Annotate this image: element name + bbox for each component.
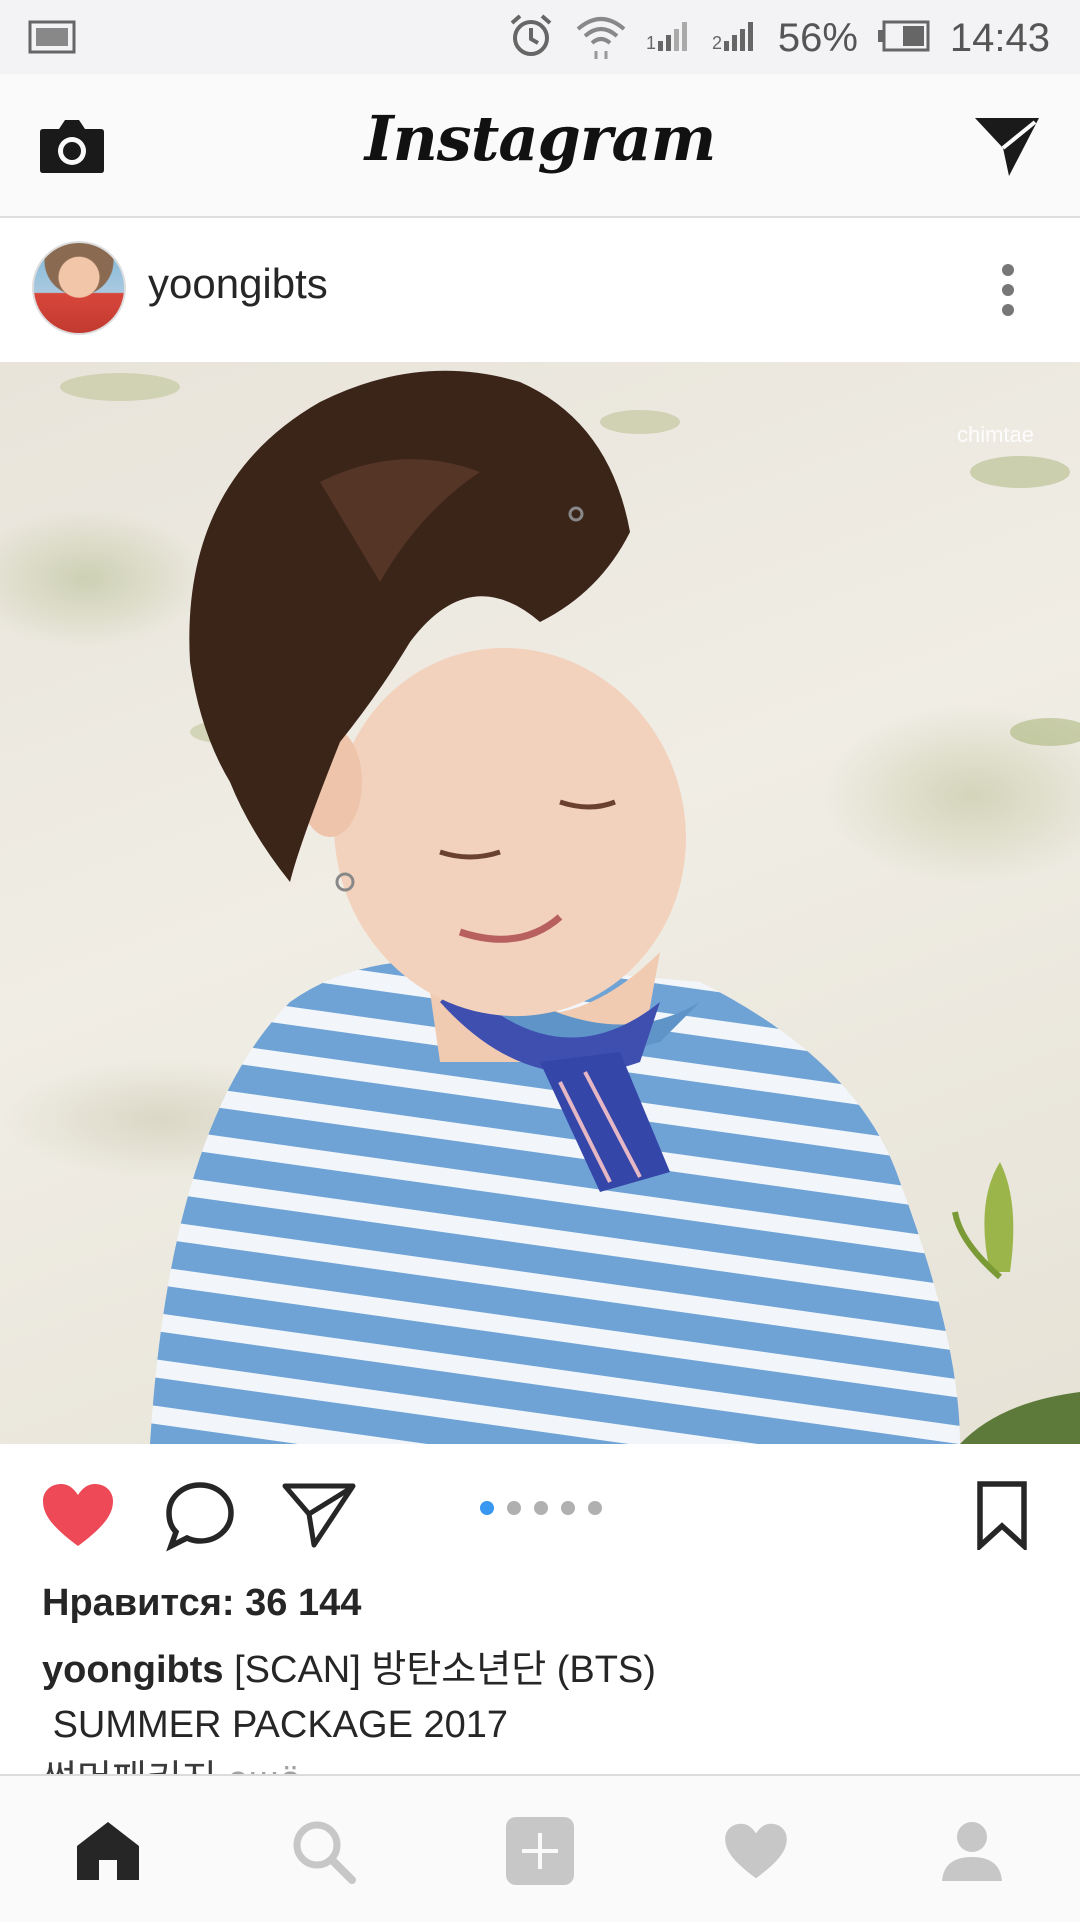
- screenshot-icon: [28, 20, 78, 59]
- status-bar: 1 2 56% 14:43: [0, 0, 1080, 74]
- avatar[interactable]: [32, 241, 126, 335]
- carousel-dot: [561, 1501, 575, 1515]
- app-title: Instagram: [364, 102, 717, 175]
- caption[interactable]: yoongibts [SCAN] 방탄소년단 (BTS) SUMMER PACK…: [42, 1643, 1042, 1791]
- like-heart-icon[interactable]: [40, 1480, 116, 1550]
- post-header: yoongibts: [0, 218, 1080, 362]
- share-icon[interactable]: [282, 1480, 356, 1550]
- caption-text-line1: [SCAN] 방탄소년단 (BTS): [234, 1649, 656, 1691]
- more-options-icon[interactable]: [990, 258, 1026, 322]
- comment-icon[interactable]: [162, 1480, 238, 1552]
- battery-icon: [876, 19, 932, 58]
- clock: 14:43: [949, 15, 1050, 60]
- home-icon[interactable]: [68, 1811, 148, 1891]
- carousel-dot: [480, 1501, 494, 1515]
- add-post-icon[interactable]: [500, 1811, 580, 1891]
- wifi-icon: [574, 11, 628, 66]
- signal-1-icon: 1: [646, 19, 694, 58]
- bottom-nav: [0, 1774, 1080, 1922]
- svg-text:1: 1: [646, 33, 656, 53]
- caption-text-line2: SUMMER PACKAGE 2017: [52, 1704, 509, 1746]
- direct-message-icon[interactable]: [972, 112, 1042, 180]
- carousel-dot: [507, 1501, 521, 1515]
- search-icon[interactable]: [283, 1811, 363, 1891]
- carousel-dot: [588, 1501, 602, 1515]
- bookmark-icon[interactable]: [972, 1478, 1032, 1552]
- svg-text:2: 2: [712, 33, 722, 53]
- battery-percent: 56%: [777, 15, 858, 60]
- profile-icon[interactable]: [932, 1811, 1012, 1891]
- photo-watermark: chimtae: [956, 422, 1034, 447]
- activity-heart-icon[interactable]: [716, 1811, 796, 1891]
- top-app-bar: Instagram: [0, 74, 1080, 218]
- photo-illustration: [60, 370, 1080, 1444]
- signal-2-icon: 2: [712, 19, 760, 58]
- carousel-indicator: [480, 1501, 602, 1515]
- post-actions: [0, 1444, 1080, 1584]
- post-photo[interactable]: chimtae: [0, 362, 1080, 1444]
- post-username[interactable]: yoongibts: [148, 260, 328, 308]
- caption-username[interactable]: yoongibts: [42, 1649, 224, 1691]
- likes-count[interactable]: Нравится: 36 144: [42, 1582, 361, 1625]
- carousel-dot: [534, 1501, 548, 1515]
- alarm-icon: [506, 11, 556, 66]
